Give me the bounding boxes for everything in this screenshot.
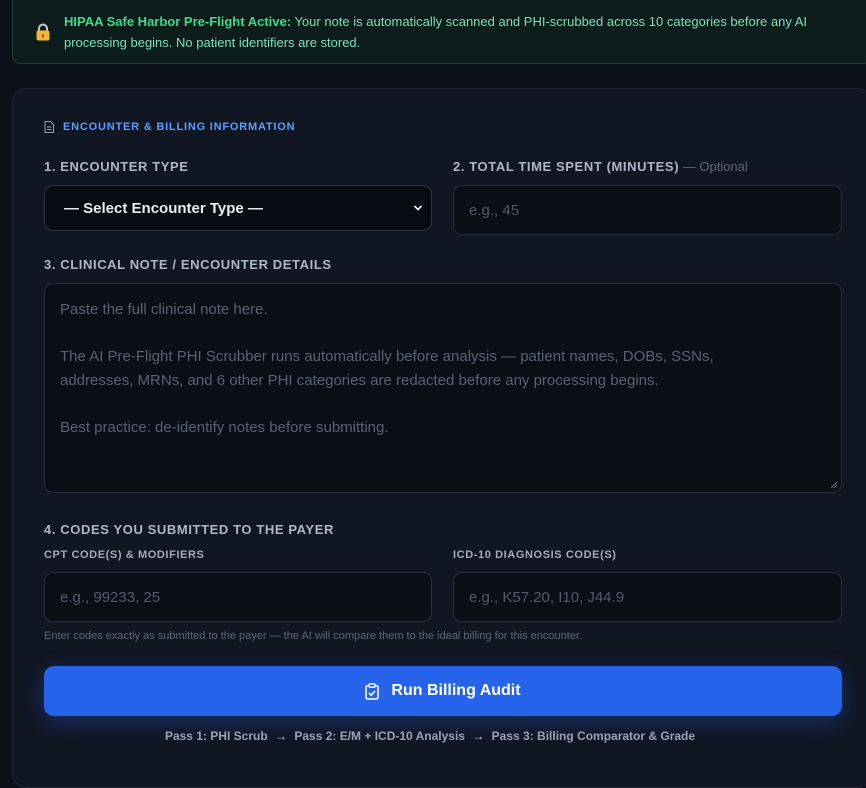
pass-step: Pass 2: E/M + ICD-10 Analysis bbox=[294, 729, 465, 743]
banner-title: HIPAA Safe Harbor Pre-Flight Active: bbox=[64, 13, 292, 29]
cpt-label: CPT CODE(S) & MODIFIERS bbox=[44, 549, 205, 561]
total-time-input[interactable]: e.g., 45 bbox=[453, 185, 842, 235]
codes-label-text: 4. CODES YOU SUBMITTED TO THE PAYER bbox=[44, 522, 334, 537]
placeholder-line bbox=[60, 322, 714, 346]
document-icon bbox=[44, 121, 54, 133]
pass-pipeline: Pass 1: PHI Scrub → Pass 2: E/M + ICD-10… bbox=[13, 729, 866, 743]
encounter-type-label-text: 1. ENCOUNTER TYPE bbox=[44, 159, 189, 174]
clipboard-check-icon bbox=[365, 682, 380, 700]
pass-step: Pass 3: Billing Comparator & Grade bbox=[491, 729, 696, 743]
codes-hint: Enter codes exactly as submitted to the … bbox=[44, 630, 583, 642]
icd-label: ICD-10 DIAGNOSIS CODE(S) bbox=[453, 549, 617, 561]
arrow-icon: → bbox=[472, 729, 485, 743]
section-header: ENCOUNTER & BILLING INFORMATION bbox=[44, 121, 295, 133]
encounter-type-value: — Select Encounter Type — bbox=[64, 199, 263, 217]
codes-label: 4. CODES YOU SUBMITTED TO THE PAYER bbox=[44, 522, 334, 537]
clinical-note-placeholder: Paste the full clinical note here. The A… bbox=[60, 298, 714, 439]
encounter-type-label: 1. ENCOUNTER TYPE bbox=[44, 159, 189, 174]
run-billing-audit-label: Run Billing Audit bbox=[391, 682, 521, 699]
clinical-note-label: 3. CLINICAL NOTE / ENCOUNTER DETAILS bbox=[44, 257, 332, 272]
icd-input[interactable]: e.g., K57.20, I10, J44.9 bbox=[453, 572, 842, 622]
placeholder-line: The AI Pre-Flight PHI Scrubber runs auto… bbox=[60, 348, 714, 365]
clinical-note-label-text: 3. CLINICAL NOTE / ENCOUNTER DETAILS bbox=[44, 257, 332, 272]
cpt-placeholder: e.g., 99233, 25 bbox=[60, 588, 161, 606]
placeholder-line: Best practice: de-identify notes before … bbox=[60, 418, 389, 436]
placeholder-line: Paste the full clinical note here. bbox=[60, 301, 268, 318]
billing-form-card: ENCOUNTER & BILLING INFORMATION 1. ENCOU… bbox=[12, 88, 866, 788]
arrow-icon: → bbox=[275, 729, 287, 743]
icd-placeholder: e.g., K57.20, I10, J44.9 bbox=[469, 588, 625, 606]
run-billing-audit-button[interactable]: Run Billing Audit bbox=[44, 666, 842, 716]
hipaa-banner: HIPAA Safe Harbor Pre-Flight Active: You… bbox=[12, 0, 866, 64]
section-title: ENCOUNTER & BILLING INFORMATION bbox=[63, 121, 296, 133]
total-time-label: 2. TOTAL TIME SPENT (MINUTES) — Optional bbox=[453, 159, 748, 174]
placeholder-line: addresses, MRNs, and 6 other PHI categor… bbox=[60, 371, 659, 389]
clinical-note-textarea[interactable]: Paste the full clinical note here. The A… bbox=[44, 283, 842, 493]
resize-handle-icon[interactable] bbox=[830, 481, 838, 489]
optional-tag: — Optional bbox=[679, 159, 748, 174]
lock-icon bbox=[36, 23, 50, 40]
total-time-placeholder: e.g., 45 bbox=[469, 201, 520, 219]
chevron-down-icon bbox=[413, 205, 423, 211]
encounter-type-select[interactable]: — Select Encounter Type — bbox=[44, 185, 432, 231]
total-time-label-text: 2. TOTAL TIME SPENT (MINUTES) bbox=[453, 159, 680, 174]
banner-message: HIPAA Safe Harbor Pre-Flight Active: You… bbox=[64, 11, 851, 53]
pass-step: Pass 1: PHI Scrub bbox=[164, 729, 268, 743]
cpt-input[interactable]: e.g., 99233, 25 bbox=[44, 572, 432, 622]
placeholder-line bbox=[60, 392, 714, 416]
